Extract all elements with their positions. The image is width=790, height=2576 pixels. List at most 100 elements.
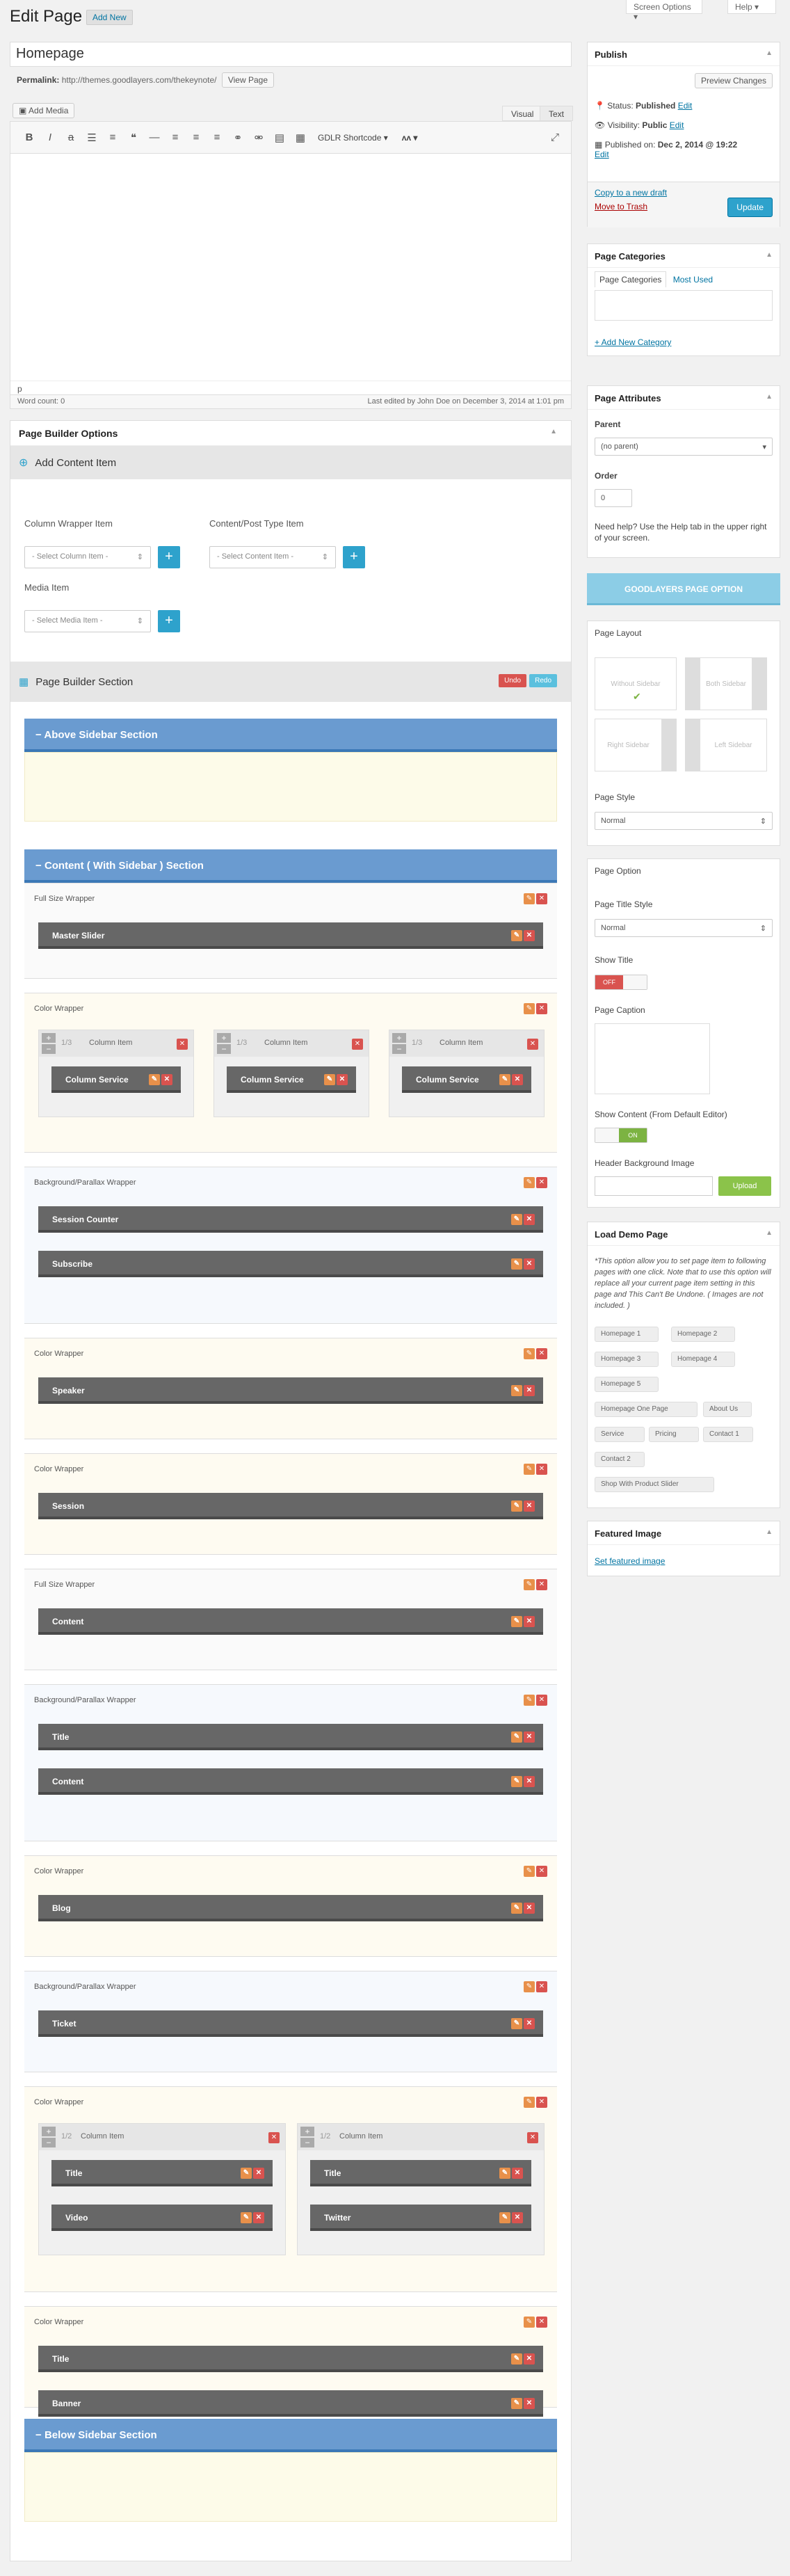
layout-without-sidebar[interactable]: Without Sidebar ✔	[595, 657, 677, 710]
tab-most-used[interactable]: Most Used	[669, 272, 717, 287]
above-sidebar-section-bar[interactable]: − Above Sidebar Section	[24, 719, 557, 752]
page-item[interactable]: Video ✎ ✕	[51, 2205, 273, 2231]
column-resize[interactable]: + −	[217, 1033, 231, 1054]
wrapper[interactable]: Color Wrapper ✎ ✕ Title ✎ ✕ Banner ✎ ✕	[24, 2306, 557, 2417]
order-input[interactable]: 0	[595, 489, 632, 507]
strikethrough-icon[interactable]: a	[61, 131, 81, 143]
demo-page-button[interactable]: Service	[595, 1427, 645, 1442]
visibility-edit-link[interactable]: Edit	[670, 120, 684, 130]
edit-icon[interactable]: ✎	[524, 893, 535, 904]
status-edit-link[interactable]: Edit	[678, 101, 693, 111]
redo-button[interactable]: Redo	[529, 674, 557, 687]
delete-icon[interactable]: ✕	[524, 1731, 535, 1743]
post-title-input[interactable]: Homepage	[10, 42, 572, 67]
wrapper[interactable]: Color Wrapper ✎ ✕ + −1/3 Column Item ✕ Column S…	[24, 993, 557, 1153]
upload-button[interactable]: Upload	[718, 1176, 771, 1196]
edit-icon[interactable]: ✎	[511, 1385, 522, 1396]
edit-icon[interactable]: ✎	[511, 2398, 522, 2409]
delete-icon[interactable]: ✕	[536, 1866, 547, 1877]
copy-draft-link[interactable]: Copy to a new draft	[595, 188, 667, 198]
media-item-select[interactable]: - Select Media Item - ⇕	[24, 610, 151, 632]
column-resize[interactable]: + −	[42, 2127, 56, 2147]
add-new-button[interactable]: Add New	[86, 10, 133, 25]
layout-right-sidebar[interactable]: Right Sidebar	[595, 719, 677, 771]
delete-icon[interactable]: ✕	[527, 2132, 538, 2143]
page-item[interactable]: Subscribe ✎ ✕	[38, 1251, 543, 1277]
minus-icon[interactable]: −	[42, 1044, 56, 1054]
delete-icon[interactable]: ✕	[268, 2132, 280, 2143]
editor-body[interactable]	[10, 154, 571, 381]
wrapper[interactable]: Color Wrapper ✎ ✕ Speaker ✎ ✕	[24, 1338, 557, 1439]
delete-icon[interactable]: ✕	[536, 2317, 547, 2328]
delete-icon[interactable]: ✕	[524, 2018, 535, 2029]
page-item[interactable]: Session Counter ✎ ✕	[38, 1206, 543, 1233]
column-item[interactable]: + −1/3 Column Item ✕ Column Service ✎ ✕	[38, 1030, 194, 1117]
edit-icon[interactable]: ✎	[499, 2168, 510, 2179]
show-content-toggle[interactable]: ON	[595, 1128, 647, 1143]
align-right-icon[interactable]: ≡	[207, 131, 227, 143]
column-resize[interactable]: + −	[42, 1033, 56, 1054]
header-bg-input[interactable]	[595, 1176, 713, 1196]
delete-icon[interactable]: ✕	[536, 1981, 547, 1992]
page-item[interactable]: Twitter ✎ ✕	[310, 2205, 531, 2231]
minus-icon[interactable]: −	[42, 2138, 56, 2147]
page-item[interactable]: Column Service ✎ ✕	[402, 1066, 531, 1093]
delete-icon[interactable]: ✕	[524, 1214, 535, 1225]
minus-icon[interactable]: −	[300, 2138, 314, 2147]
wrapper[interactable]: Color Wrapper ✎ ✕ Blog ✎ ✕	[24, 1855, 557, 1957]
edit-icon[interactable]: ✎	[511, 1776, 522, 1787]
read-more-icon[interactable]: ▤	[269, 131, 290, 144]
page-item[interactable]: Title ✎ ✕	[38, 2346, 543, 2372]
delete-icon[interactable]: ✕	[524, 1501, 535, 1512]
delete-icon[interactable]: ✕	[524, 2398, 535, 2409]
layout-both-sidebar[interactable]: Both Sidebar	[685, 657, 767, 710]
page-item[interactable]: Title ✎ ✕	[310, 2160, 531, 2186]
column-item[interactable]: + −1/3 Column Item ✕ Column Service ✎ ✕	[213, 1030, 369, 1117]
page-item[interactable]: Column Service ✎ ✕	[227, 1066, 356, 1093]
tab-visual[interactable]: Visual	[502, 106, 543, 121]
edit-icon[interactable]: ✎	[499, 2212, 510, 2223]
demo-page-button[interactable]: Homepage 4	[671, 1352, 735, 1367]
edit-icon[interactable]: ✎	[524, 1464, 535, 1475]
column-item[interactable]: + −1/2 Column Item ✕ Title ✎ ✕ Video ✎ ✕	[38, 2123, 286, 2255]
link-icon[interactable]: ⚭	[227, 131, 248, 144]
page-item[interactable]: Speaker ✎ ✕	[38, 1377, 543, 1404]
blockquote-icon[interactable]: ❝	[123, 131, 144, 144]
add-media-item-button[interactable]: +	[158, 610, 180, 632]
fullscreen-icon[interactable]: ⤢	[545, 131, 565, 143]
trash-link[interactable]: Move to Trash	[595, 202, 647, 211]
content-item-select[interactable]: - Select Content Item - ⇕	[209, 546, 336, 568]
demo-page-button[interactable]: Homepage One Page	[595, 1402, 698, 1417]
demo-page-button[interactable]: Pricing	[649, 1427, 699, 1442]
delete-icon[interactable]: ✕	[253, 2168, 264, 2179]
plus-icon[interactable]: +	[42, 1033, 56, 1043]
page-item[interactable]: Content ✎ ✕	[38, 1608, 543, 1635]
title-style-select[interactable]: Normal ⇕	[595, 919, 773, 937]
hr-icon[interactable]: —	[144, 131, 165, 143]
minus-icon[interactable]: −	[392, 1044, 406, 1054]
view-page-button[interactable]: View Page	[221, 72, 274, 88]
add-column-button[interactable]: +	[158, 546, 180, 568]
wrapper[interactable]: Background/Parallax Wrapper ✎ ✕ Session Cou…	[24, 1167, 557, 1324]
gdlr-shortcode-dropdown[interactable]: GDLR Shortcode ▾	[311, 133, 395, 143]
delete-icon[interactable]: ✕	[352, 1039, 363, 1050]
demo-page-button[interactable]: Contact 2	[595, 1452, 645, 1467]
edit-icon[interactable]: ✎	[511, 1214, 522, 1225]
page-item[interactable]: Column Service ✎ ✕	[51, 1066, 181, 1093]
unlink-icon[interactable]: ⚮	[248, 131, 269, 144]
delete-icon[interactable]: ✕	[524, 1776, 535, 1787]
preview-changes-button[interactable]: Preview Changes	[694, 73, 773, 88]
column-item[interactable]: + −1/2 Column Item ✕ Title ✎ ✕ Twitter ✎ ✕	[297, 2123, 545, 2255]
font-icon-dropdown[interactable]: ʌʌ ▾	[395, 133, 425, 143]
edit-icon[interactable]: ✎	[511, 1258, 522, 1270]
edit-icon[interactable]: ✎	[524, 2097, 535, 2108]
wrapper[interactable]: Background/Parallax Wrapper ✎ ✕ Ticket ✎ ✕	[24, 1971, 557, 2072]
add-content-button[interactable]: +	[343, 546, 365, 568]
help-tab[interactable]: Help ▾	[727, 0, 776, 14]
delete-icon[interactable]: ✕	[524, 2353, 535, 2365]
edit-icon[interactable]: ✎	[511, 2018, 522, 2029]
edit-icon[interactable]: ✎	[499, 1074, 510, 1085]
delete-icon[interactable]: ✕	[527, 1039, 538, 1050]
parent-select[interactable]: (no parent) ▾	[595, 438, 773, 456]
align-left-icon[interactable]: ≡	[165, 131, 186, 143]
